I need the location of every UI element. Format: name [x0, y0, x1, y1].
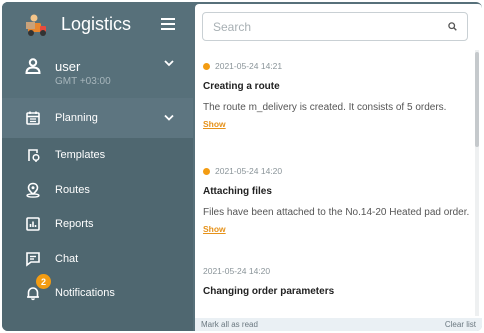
sidebar-item-routes[interactable]: Routes	[2, 173, 193, 208]
notification-item: 2021-05-24 14:21 Creating a route The ro…	[203, 61, 471, 132]
notification-time: 2021-05-24 14:20	[203, 266, 271, 276]
mark-all-read-button[interactable]: Mark all as read	[201, 320, 258, 329]
chevron-down-icon[interactable]	[164, 60, 174, 67]
notification-count-badge: 2	[36, 274, 51, 289]
report-icon	[26, 217, 40, 232]
calendar-icon	[26, 111, 40, 125]
notification-list[interactable]: 2021-05-24 14:21 Creating a route The ro…	[195, 50, 473, 316]
sidebar-item-reports[interactable]: Reports	[2, 207, 193, 242]
notification-time: 2021-05-24 14:21	[215, 61, 283, 71]
app-window: Logistics user GMT +03:00 Planning Templ…	[2, 2, 482, 331]
sidebar-item-label: Reports	[55, 218, 94, 231]
sidebar-item-label: Templates	[55, 149, 106, 162]
brand-header: Logistics	[2, 2, 193, 47]
menu-toggle-icon[interactable]	[161, 18, 175, 30]
sidebar-item-label: Chat	[55, 252, 79, 265]
chevron-down-icon	[164, 114, 174, 121]
sidebar-item-planning[interactable]: Planning	[2, 98, 193, 138]
notification-text: The route m_delivery is created. It cons…	[203, 102, 447, 113]
unread-dot	[203, 62, 210, 70]
notification-text: Files have been attached to the No.14-20…	[203, 207, 470, 218]
app-title: Logistics	[61, 14, 132, 34]
chat-icon	[26, 251, 40, 267]
sidebar-item-label: Planning	[55, 112, 98, 124]
template-icon	[28, 149, 40, 163]
user-name: user	[55, 59, 81, 74]
notification-item: 2021-05-24 14:20 Changing order paramete…	[203, 266, 471, 297]
search-box	[202, 12, 468, 41]
notification-item: 2021-05-24 14:20 Attaching files Files h…	[203, 166, 471, 237]
sidebar-item-label: Notifications	[55, 287, 115, 300]
user-icon	[25, 58, 41, 74]
scrollbar[interactable]	[475, 50, 479, 316]
panel-footer: Mark all as read Clear list	[195, 318, 482, 331]
logistics-logo-icon	[22, 13, 50, 37]
notification-title: Creating a route	[203, 81, 280, 92]
sidebar-item-notifications[interactable]: 2 Notifications	[2, 274, 193, 311]
sidebar-item-templates[interactable]: Templates	[2, 138, 193, 173]
route-icon	[26, 182, 40, 198]
sidebar-item-chat[interactable]: Chat	[2, 242, 193, 277]
unread-dot	[203, 167, 210, 175]
sidebar-nav: Planning Templates Routes Reports Chat 2…	[2, 98, 193, 311]
scrollbar-thumb[interactable]	[475, 52, 479, 147]
user-timezone: GMT +03:00	[55, 76, 111, 87]
clear-list-button[interactable]: Clear list	[445, 320, 476, 329]
notification-title: Attaching files	[203, 186, 272, 197]
search-icon[interactable]	[448, 22, 457, 31]
search-input[interactable]	[203, 13, 433, 40]
notification-time: 2021-05-24 14:20	[215, 166, 283, 176]
sidebar: Logistics user GMT +03:00 Planning Templ…	[2, 2, 193, 331]
user-section[interactable]: user GMT +03:00	[2, 47, 193, 98]
sidebar-item-label: Routes	[55, 183, 90, 196]
notifications-panel: 2021-05-24 14:21 Creating a route The ro…	[195, 4, 482, 331]
notification-title: Changing order parameters	[203, 286, 335, 297]
show-link[interactable]: Show	[203, 224, 226, 234]
show-link[interactable]: Show	[203, 119, 226, 129]
